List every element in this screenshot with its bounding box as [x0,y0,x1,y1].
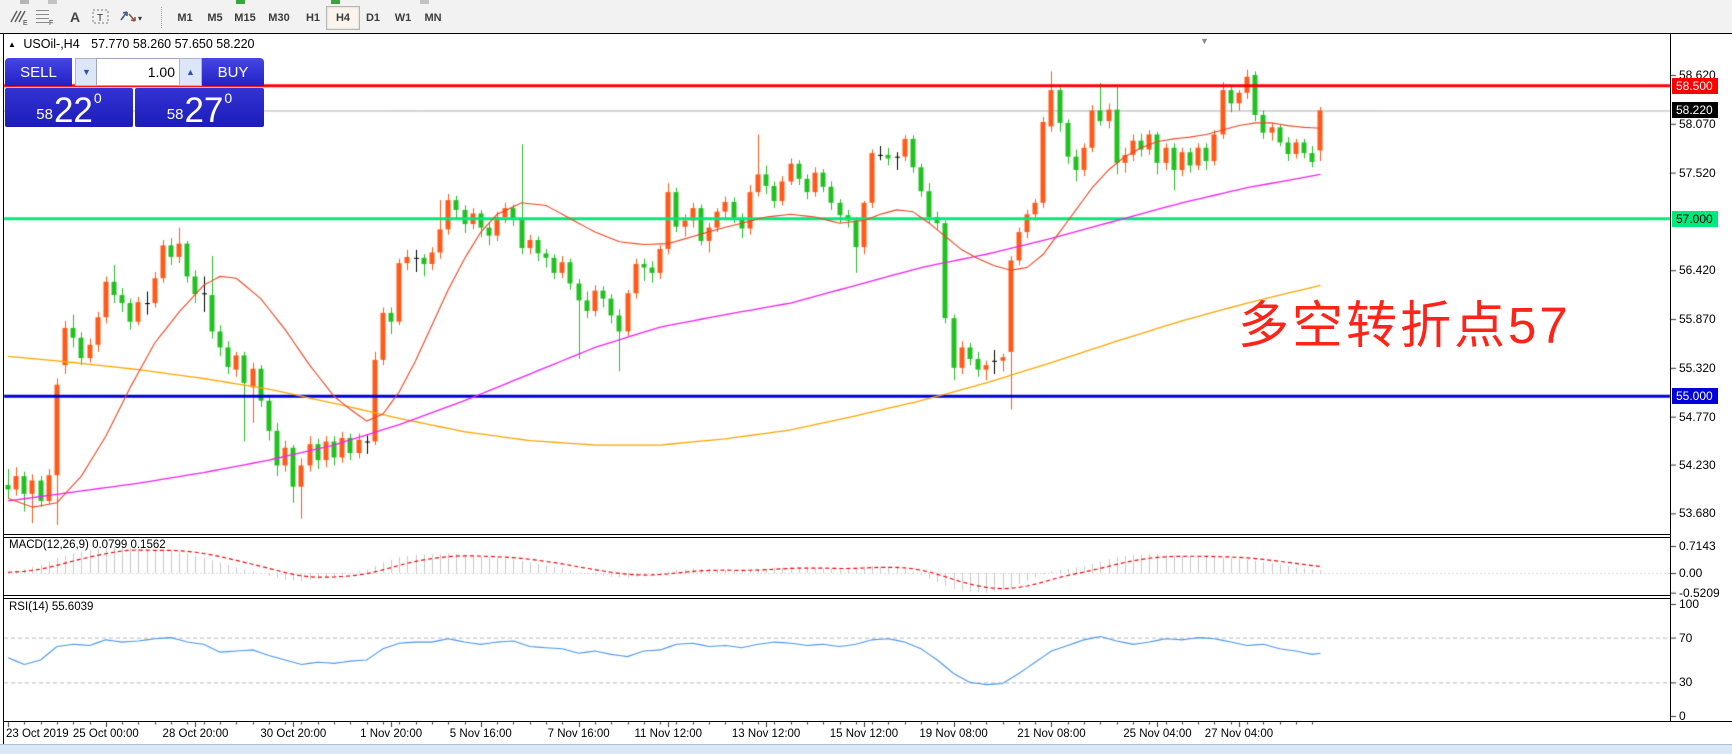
time-axis-label: 15 Nov 12:00 [830,728,898,740]
time-axis-label: 5 Nov 16:00 [450,728,512,740]
mt4-window: E F A T ▾ [0,0,1732,753]
separator-macd-rsi [3,595,1671,596]
time-axis-label: 19 Nov 08:00 [919,728,987,740]
timeframe-button-w1[interactable]: W1 [386,6,420,30]
sell-price-small: 58 [36,106,53,123]
volume-up-button[interactable]: ▲ [179,58,202,86]
price-axis-label: 56.420 [1679,263,1716,277]
timeframe-button-h1[interactable]: H1 [296,6,330,30]
cropped-icon [331,0,340,4]
timeframe-button-h4[interactable]: H4 [326,6,360,30]
rsi-axis-label: 70 [1679,631,1692,645]
macd-top-border [3,537,1671,538]
macd-axis-label: 0.00 [1679,566,1702,580]
collapse-triangle-icon[interactable]: ▲ [8,40,16,49]
time-axis-label: 25 Oct 00:00 [73,728,139,740]
symbol-label: USOil-,H4 [23,37,79,51]
buy-price-big: 27 [184,94,223,127]
textbox-icon[interactable]: T [90,7,112,27]
buy-price-sup: 0 [224,90,232,106]
arrows-icon[interactable]: ▾ [117,7,147,27]
sell-price-sup: 0 [94,90,102,106]
buy-price-panel[interactable]: 58 27 0 [135,88,264,127]
svg-text:F: F [49,20,53,26]
price-axis-label: 54.770 [1679,410,1716,424]
price-axis-label: 55.870 [1679,312,1716,326]
chart-annotation: 多空转折点57 [1238,284,1571,358]
cropped-icon [20,0,29,4]
timeframe-button-m1[interactable]: M1 [168,6,202,30]
chart-title: ▲ USOil-,H4 57.770 58.260 57.650 58.220 [8,37,255,51]
svg-text:T: T [97,13,103,24]
shift-marker-icon[interactable]: ▼ [1200,36,1209,46]
svg-text:▾: ▾ [138,14,142,23]
rsi-top-border [3,598,1671,599]
toolbar-separator [161,7,162,28]
timeframe-button-mn[interactable]: MN [416,6,450,30]
time-axis-label: 30 Oct 20:00 [260,728,326,740]
time-axis-label: 11 Nov 12:00 [635,728,703,740]
separator-main-macd [3,534,1671,535]
time-axis-label: 21 Nov 08:00 [1017,728,1085,740]
svg-text:E: E [23,20,28,26]
time-axis-label: 7 Nov 16:00 [548,728,610,740]
chart-left-border [3,33,4,744]
toolbar: E F A T ▾ [0,0,1732,33]
price-level-badge: 57.000 [1672,211,1718,227]
rsi-label: RSI(14) 55.6039 [9,601,93,613]
volume-down-button[interactable]: ▼ [75,58,98,86]
macd-label: MACD(12,26,9) 0.0799 0.1562 [9,539,166,551]
timeframe-button-m30[interactable]: M30 [262,6,296,30]
timeframe-button-m15[interactable]: M15 [228,6,262,30]
price-axis-label: 57.520 [1679,166,1716,180]
grid-fibo-icon[interactable]: F [34,7,56,27]
time-axis-label: 1 Nov 20:00 [360,728,422,740]
price-level-badge: 58.500 [1672,78,1718,94]
indicators-icon[interactable]: E [8,7,30,27]
price-level-badge: 55.000 [1672,388,1718,404]
current-price-badge: 58.220 [1672,102,1718,118]
one-click-trading-panel: SELL ▼ ▲ BUY 58 22 0 58 27 0 [5,58,264,127]
timeframe-button-d1[interactable]: D1 [356,6,390,30]
volume-input[interactable] [96,58,180,86]
rsi-axis-label: 100 [1679,597,1699,611]
cropped-icon [236,0,245,4]
time-axis-label: 13 Nov 12:00 [732,728,800,740]
time-axis-border [3,721,1732,722]
chart-top-border [0,33,1732,34]
sell-price-big: 22 [54,94,93,127]
sell-button[interactable]: SELL [5,58,72,86]
time-axis-label: 27 Nov 04:00 [1205,728,1273,740]
text-a-icon[interactable]: A [64,7,86,27]
price-axis-label: 58.070 [1679,117,1716,131]
cropped-icon [48,0,57,4]
price-axis-label: 55.320 [1679,361,1716,375]
time-axis-label: 28 Oct 20:00 [163,728,229,740]
rsi-axis-label: 0 [1679,709,1686,723]
cropped-icon [420,0,429,4]
rsi-axis-label: 30 [1679,675,1692,689]
price-axis-border [1670,33,1671,722]
time-axis-label: 23 Oct 2019 [6,728,69,740]
price-axis-label: 53.680 [1679,506,1716,520]
timeframe-button-m5[interactable]: M5 [198,6,232,30]
price-axis-label: 54.230 [1679,458,1716,472]
buy-price-small: 58 [167,106,184,123]
macd-axis-label: 0.7143 [1679,539,1716,553]
time-axis-label: 25 Nov 04:00 [1123,728,1191,740]
sell-price-panel[interactable]: 58 22 0 [5,88,133,127]
buy-button[interactable]: BUY [202,58,264,86]
ohlc-quotes: 57.770 58.260 57.650 58.220 [91,37,254,51]
